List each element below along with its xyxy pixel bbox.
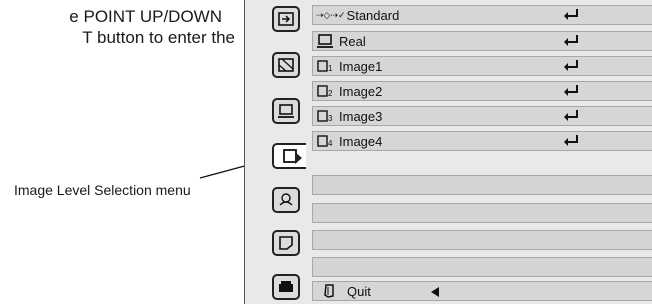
- empty-row: [312, 257, 652, 277]
- pc-adjust-icon[interactable]: [272, 230, 300, 256]
- menu-item-label: Quit: [347, 283, 371, 299]
- image3-icon: 3: [317, 109, 333, 123]
- quit-icon: [321, 284, 337, 298]
- image1-icon: 1: [317, 59, 333, 73]
- left-arrow-icon: [431, 287, 439, 297]
- real-icon: [317, 34, 333, 48]
- menu-item-image1[interactable]: 1 Image1: [312, 56, 652, 76]
- menu-item-standard[interactable]: ⇢◇⇢✓ Standard: [312, 5, 652, 25]
- menu-item-label: Image1: [339, 58, 383, 74]
- standard-icon: ⇢◇⇢✓: [316, 9, 346, 20]
- screen-icon[interactable]: [272, 98, 300, 124]
- selected-tab-arrow-icon: [295, 152, 302, 164]
- enter-icon: [564, 9, 578, 20]
- menu-item-label: Real: [339, 33, 366, 49]
- menu-item-image2[interactable]: 2 Image2: [312, 81, 652, 101]
- image-adjust-icon[interactable]: [272, 52, 300, 78]
- menu-item-label: Image3: [339, 108, 383, 124]
- menu-item-real[interactable]: Real: [312, 31, 652, 51]
- image4-icon: 4: [317, 134, 333, 148]
- enter-icon: [564, 60, 578, 71]
- empty-row: [312, 203, 652, 223]
- image2-number: 2: [328, 89, 333, 98]
- menu-item-label: Standard: [346, 7, 400, 23]
- image2-icon: 2: [317, 84, 333, 98]
- enter-icon: [564, 85, 578, 96]
- input-icon[interactable]: [272, 6, 300, 32]
- enter-icon: [564, 35, 578, 46]
- enter-icon: [564, 110, 578, 121]
- empty-row: [312, 175, 652, 195]
- image4-number: 4: [328, 139, 333, 148]
- image3-number: 3: [328, 114, 333, 123]
- menu-item-image3[interactable]: 3 Image3: [312, 106, 652, 126]
- image1-number: 1: [328, 64, 333, 73]
- setting-icon[interactable]: [272, 187, 300, 213]
- callout-label: Image Level Selection menu: [14, 182, 191, 198]
- enter-icon: [564, 135, 578, 146]
- menu-item-label: Image4: [339, 133, 383, 149]
- projector-icon[interactable]: [272, 274, 300, 300]
- menu-item-label: Image2: [339, 83, 383, 99]
- empty-row: [312, 230, 652, 250]
- menu-item-image4[interactable]: 4 Image4: [312, 131, 652, 151]
- menu-item-quit[interactable]: Quit: [312, 281, 652, 301]
